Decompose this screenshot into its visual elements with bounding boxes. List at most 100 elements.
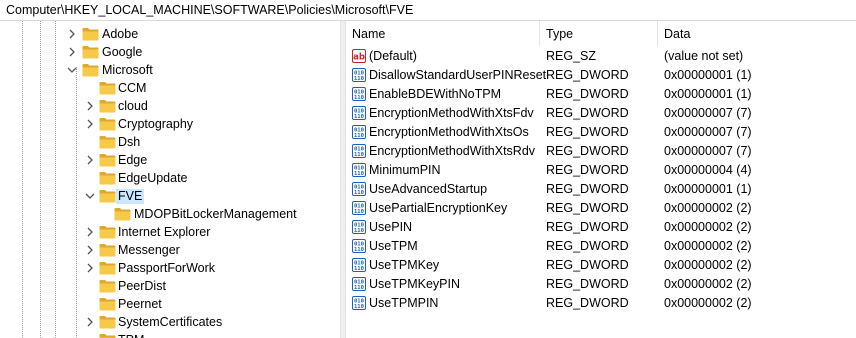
value-type: REG_DWORD	[546, 106, 629, 120]
value-row[interactable]: 010 110 EncryptionMethodWithXtsOs REG_DWORD…	[346, 123, 856, 142]
folder-icon	[114, 207, 131, 221]
chevron-right-icon[interactable]	[84, 115, 96, 133]
folder-icon	[82, 27, 99, 41]
value-row[interactable]: 010 110 EncryptionMethodWithXtsFdv REG_DWOR…	[346, 104, 856, 123]
tree-item-mdopbitlockermanagement[interactable]: MDOPBitLockerManagement	[0, 205, 340, 223]
tree-item-dsh[interactable]: Dsh	[0, 133, 340, 151]
value-row[interactable]: 010 110 UseTPM REG_DWORD 0x00000002 (2)	[346, 237, 856, 256]
value-name: UseTPM	[369, 239, 418, 253]
svg-text:110: 110	[354, 228, 365, 234]
chevron-right-icon[interactable]	[84, 259, 96, 277]
chevron-down-icon[interactable]	[66, 61, 78, 79]
tree-item-label: cloud	[118, 99, 148, 113]
tree-item-label: Internet Explorer	[118, 225, 211, 239]
value-name: UseTPMKeyPIN	[369, 277, 460, 291]
value-name: UseAdvancedStartup	[369, 182, 488, 196]
folder-icon	[99, 153, 116, 167]
value-row[interactable]: 010 110 UsePartialEncryptionKey REG_DWORD 0x…	[346, 199, 856, 218]
svg-text:110: 110	[354, 171, 365, 177]
tree-item-microsoft[interactable]: Microsoft	[0, 61, 340, 79]
value-data: 0x00000004 (4)	[664, 163, 752, 177]
tree-item-label: Adobe	[102, 27, 139, 41]
tree-item-peerdist[interactable]: PeerDist	[0, 277, 340, 295]
chevron-right-icon[interactable]	[84, 313, 96, 331]
value-row[interactable]: 010 110 EnableBDEWithNoTPM REG_DWORD 0x00000…	[346, 85, 856, 104]
tree-item-cloud[interactable]: cloud	[0, 97, 340, 115]
tree-item-edge[interactable]: Edge	[0, 151, 340, 169]
binary-value-icon: 010 110	[352, 277, 366, 291]
chevron-right-icon[interactable]	[84, 97, 96, 115]
tree-item-label: Edge	[118, 153, 148, 167]
column-header-data[interactable]: Data	[658, 21, 856, 46]
tree-item-internet-explorer[interactable]: Internet Explorer	[0, 223, 340, 241]
value-type: REG_DWORD	[546, 125, 629, 139]
tree-item-ccm[interactable]: CCM	[0, 79, 340, 97]
svg-text:ab: ab	[353, 53, 365, 63]
tree-item-edgeupdate[interactable]: EdgeUpdate	[0, 169, 340, 187]
value-data: 0x00000001 (1)	[664, 182, 752, 196]
value-type: REG_DWORD	[546, 277, 629, 291]
folder-icon	[82, 45, 99, 59]
chevron-down-icon[interactable]	[84, 187, 96, 205]
registry-key-tree[interactable]: Adobe Google Microsoft CCM cloud Cryptography…	[0, 21, 340, 338]
tree-item-fve[interactable]: FVE	[0, 187, 340, 205]
value-row[interactable]: 010 110 UseTPMKeyPIN REG_DWORD 0x00000002 (2…	[346, 275, 856, 294]
svg-text:110: 110	[354, 247, 365, 253]
tree-item-label: Google	[102, 45, 143, 59]
tree-item-cryptography[interactable]: Cryptography	[0, 115, 340, 133]
value-data: 0x00000007 (7)	[664, 125, 752, 139]
value-row[interactable]: ab (Default) REG_SZ (value not set)	[346, 47, 856, 66]
value-data: (value not set)	[664, 49, 744, 63]
tree-item-tpm[interactable]: TPM	[0, 331, 340, 338]
value-name: EncryptionMethodWithXtsFdv	[369, 106, 534, 120]
tree-item-google[interactable]: Google	[0, 43, 340, 61]
value-row[interactable]: 010 110 UseAdvancedStartup REG_DWORD 0x00000…	[346, 180, 856, 199]
chevron-right-icon[interactable]	[66, 43, 78, 61]
value-row[interactable]: 010 110 EncryptionMethodWithXtsRdv REG_DWOR…	[346, 142, 856, 161]
svg-text:110: 110	[354, 190, 365, 196]
tree-item-passportforwork[interactable]: PassportForWork	[0, 259, 340, 277]
value-type: REG_SZ	[546, 49, 597, 63]
tree-item-label: CCM	[118, 81, 147, 95]
binary-value-icon: 010 110	[352, 144, 366, 158]
tree-item-label: PeerDist	[118, 279, 166, 293]
values-list[interactable]: Name Type Data ab (Default) REG_SZ (value n…	[346, 21, 856, 338]
address-bar[interactable]: Computer\HKEY_LOCAL_MACHINE\SOFTWARE\Pol…	[0, 0, 856, 21]
column-header-type[interactable]: Type	[540, 21, 658, 46]
list-header: Name Type Data	[346, 21, 856, 46]
binary-value-icon: 010 110	[352, 296, 366, 310]
folder-icon	[99, 171, 116, 185]
value-type: REG_DWORD	[546, 144, 629, 158]
value-data: 0x00000001 (1)	[664, 87, 752, 101]
value-name: EncryptionMethodWithXtsOs	[369, 125, 529, 139]
address-path: Computer\HKEY_LOCAL_MACHINE\SOFTWARE\Pol…	[6, 3, 414, 17]
folder-icon	[99, 225, 116, 239]
value-type: REG_DWORD	[546, 68, 629, 82]
binary-value-icon: 010 110	[352, 87, 366, 101]
chevron-right-icon[interactable]	[84, 151, 96, 169]
tree-item-peernet[interactable]: Peernet	[0, 295, 340, 313]
binary-value-icon: 010 110	[352, 258, 366, 272]
binary-value-icon: 010 110	[352, 182, 366, 196]
tree-item-label: EdgeUpdate	[118, 171, 188, 185]
chevron-right-icon[interactable]	[84, 223, 96, 241]
value-row[interactable]: 010 110 UseTPMKey REG_DWORD 0x00000002 (2)	[346, 256, 856, 275]
binary-value-icon: 010 110	[352, 125, 366, 139]
tree-item-label: Cryptography	[118, 117, 194, 131]
folder-icon	[99, 297, 116, 311]
tree-item-adobe[interactable]: Adobe	[0, 25, 340, 43]
tree-item-systemcertificates[interactable]: SystemCertificates	[0, 313, 340, 331]
chevron-right-icon[interactable]	[84, 241, 96, 259]
value-type: REG_DWORD	[546, 220, 629, 234]
value-row[interactable]: 010 110 DisallowStandardUserPINReset REG_DW…	[346, 66, 856, 85]
svg-text:110: 110	[354, 285, 365, 291]
value-row[interactable]: 010 110 UsePIN REG_DWORD 0x00000002 (2)	[346, 218, 856, 237]
value-row[interactable]: 010 110 MinimumPIN REG_DWORD 0x00000004 (4)	[346, 161, 856, 180]
chevron-right-icon[interactable]	[66, 25, 78, 43]
value-data: 0x00000002 (2)	[664, 277, 752, 291]
value-name: MinimumPIN	[369, 163, 441, 177]
tree-item-messenger[interactable]: Messenger	[0, 241, 340, 259]
value-name: UseTPMKey	[369, 258, 440, 272]
value-row[interactable]: 010 110 UseTPMPIN REG_DWORD 0x00000002 (2)	[346, 294, 856, 313]
column-header-name[interactable]: Name	[346, 21, 540, 46]
